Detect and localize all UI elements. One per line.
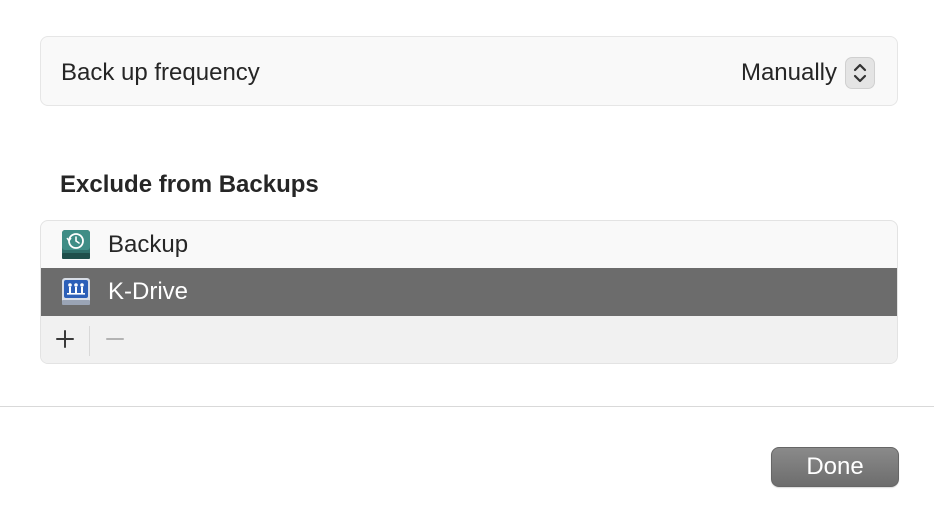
frequency-popup-stepper[interactable] bbox=[845, 57, 875, 89]
list-item-label: Backup bbox=[108, 231, 189, 258]
backup-frequency-value[interactable]: Manually bbox=[741, 59, 837, 87]
backup-frequency-label: Back up frequency bbox=[61, 59, 260, 86]
backup-options-sheet: Back up frequency Manually Exclude from … bbox=[0, 0, 934, 520]
exclusions-list: Backup K-Drive bbox=[40, 220, 898, 364]
remove-exclusion-button[interactable] bbox=[100, 324, 130, 354]
toolbar-divider bbox=[89, 326, 90, 356]
time-machine-drive-icon bbox=[61, 229, 91, 261]
footer-divider bbox=[0, 406, 934, 407]
plus-icon bbox=[56, 330, 74, 348]
list-toolbar bbox=[41, 316, 897, 363]
list-item-k-drive[interactable]: K-Drive bbox=[41, 268, 897, 316]
list-item-label: K-Drive bbox=[108, 278, 189, 305]
backup-frequency-row: Back up frequency Manually bbox=[40, 36, 898, 106]
list-item-backup[interactable]: Backup bbox=[41, 221, 897, 269]
minus-icon bbox=[106, 338, 124, 340]
exclude-section-title: Exclude from Backups bbox=[60, 171, 319, 198]
add-exclusion-button[interactable] bbox=[50, 324, 80, 354]
done-button[interactable]: Done bbox=[771, 447, 899, 487]
network-drive-icon bbox=[61, 276, 91, 308]
chevron-up-down-icon bbox=[853, 63, 867, 83]
